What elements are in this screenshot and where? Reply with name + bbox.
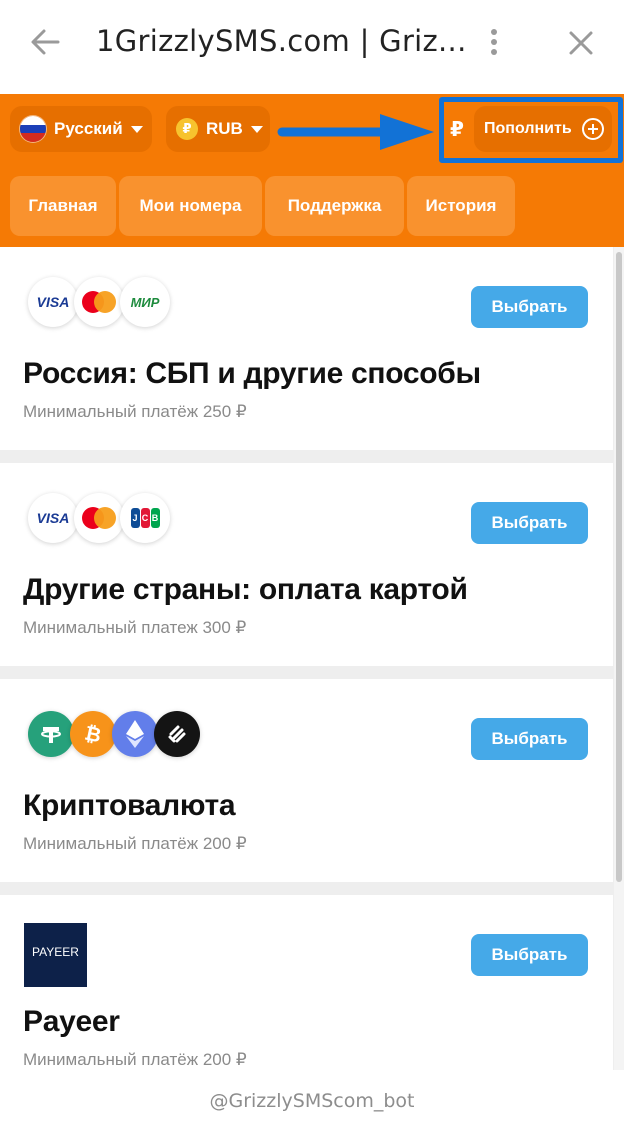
footer: @GrizzlySMScom_bot bbox=[0, 1070, 624, 1129]
language-selector[interactable]: Русский bbox=[10, 106, 152, 152]
payment-card-payeer: PAYEER Выбрать Payeer Минимальный платёж… bbox=[0, 895, 613, 1070]
bitcoin-icon: ₿ bbox=[70, 711, 116, 757]
select-button[interactable]: Выбрать bbox=[471, 934, 588, 976]
tether-icon bbox=[28, 711, 74, 757]
payment-card-crypto: ₿ Выбрать Криптовалюта Минимальный платё… bbox=[0, 679, 613, 882]
payment-title: Криптовалюта bbox=[23, 789, 236, 822]
tab-my-numbers[interactable]: Мои номера bbox=[119, 176, 262, 236]
balance-ruble-icon: ₽ bbox=[450, 119, 464, 141]
currency-label: RUB bbox=[206, 119, 243, 138]
tab-my-numbers-label: Мои номера bbox=[139, 196, 242, 215]
back-arrow-icon[interactable] bbox=[28, 26, 64, 58]
payment-card-other-countries: VISA J C B Выбрать Другие страны: оплата… bbox=[0, 463, 613, 666]
tab-support[interactable]: Поддержка bbox=[265, 176, 404, 236]
svg-text:₿: ₿ bbox=[83, 721, 104, 747]
jcb-icon: J C B bbox=[120, 493, 170, 543]
payment-card-russia: VISA МИР Выбрать Россия: СБП и другие сп… bbox=[0, 247, 613, 450]
ruble-coin-icon: ₽ bbox=[176, 118, 198, 140]
bot-handle: @GrizzlySMScom_bot bbox=[209, 1090, 415, 1112]
annotation-arrow-icon bbox=[277, 114, 434, 150]
payment-title: Payeer bbox=[23, 1005, 120, 1038]
payment-min-amount: Минимальный платёж 200 ₽ bbox=[23, 1050, 247, 1069]
window-titlebar: 1GrizzlySMS.com | Griz... bbox=[0, 0, 624, 94]
payment-min-amount: Минимальный платеж 300 ₽ bbox=[23, 618, 247, 637]
bitget-icon bbox=[154, 711, 200, 757]
card-icons: VISA МИР bbox=[28, 277, 170, 331]
currency-selector[interactable]: ₽ RUB bbox=[166, 106, 270, 152]
chevron-down-icon bbox=[250, 125, 263, 133]
card-icons: ₿ bbox=[28, 711, 200, 765]
select-button[interactable]: Выбрать bbox=[471, 718, 588, 760]
payment-title: Другие страны: оплата картой bbox=[23, 573, 468, 606]
tab-history[interactable]: История bbox=[407, 176, 515, 236]
payment-min-amount: Минимальный платёж 250 ₽ bbox=[23, 402, 247, 421]
tab-home[interactable]: Главная bbox=[10, 176, 116, 236]
app-header: Русский ₽ RUB ₽ Пополнить Главная Мои но… bbox=[0, 94, 624, 247]
tab-support-label: Поддержка bbox=[287, 196, 382, 215]
topup-label: Пополнить bbox=[484, 120, 572, 137]
payeer-logo: PAYEER bbox=[24, 923, 87, 987]
mastercard-icon bbox=[74, 493, 124, 543]
russia-flag-icon bbox=[20, 116, 46, 142]
visa-icon: VISA bbox=[28, 493, 78, 543]
language-label: Русский bbox=[54, 119, 123, 138]
visa-icon: VISA bbox=[28, 277, 78, 327]
topup-button[interactable]: Пополнить bbox=[474, 106, 612, 152]
card-icons: VISA J C B bbox=[28, 493, 170, 547]
scrollbar-thumb[interactable] bbox=[616, 252, 622, 882]
select-button[interactable]: Выбрать bbox=[471, 502, 588, 544]
window-title: 1GrizzlySMS.com | Griz... bbox=[96, 24, 467, 58]
more-vertical-icon[interactable] bbox=[484, 26, 504, 58]
payment-min-amount: Минимальный платёж 200 ₽ bbox=[23, 834, 247, 853]
close-icon[interactable] bbox=[566, 28, 596, 58]
chevron-down-icon bbox=[130, 125, 143, 133]
select-button[interactable]: Выбрать bbox=[471, 286, 588, 328]
ethereum-icon bbox=[112, 711, 158, 757]
mastercard-icon bbox=[74, 277, 124, 327]
payment-title: Россия: СБП и другие способы bbox=[23, 357, 481, 390]
tab-home-label: Главная bbox=[28, 196, 98, 215]
tab-history-label: История bbox=[425, 196, 497, 215]
mir-icon: МИР bbox=[120, 277, 170, 327]
plus-circle-icon bbox=[581, 118, 604, 140]
